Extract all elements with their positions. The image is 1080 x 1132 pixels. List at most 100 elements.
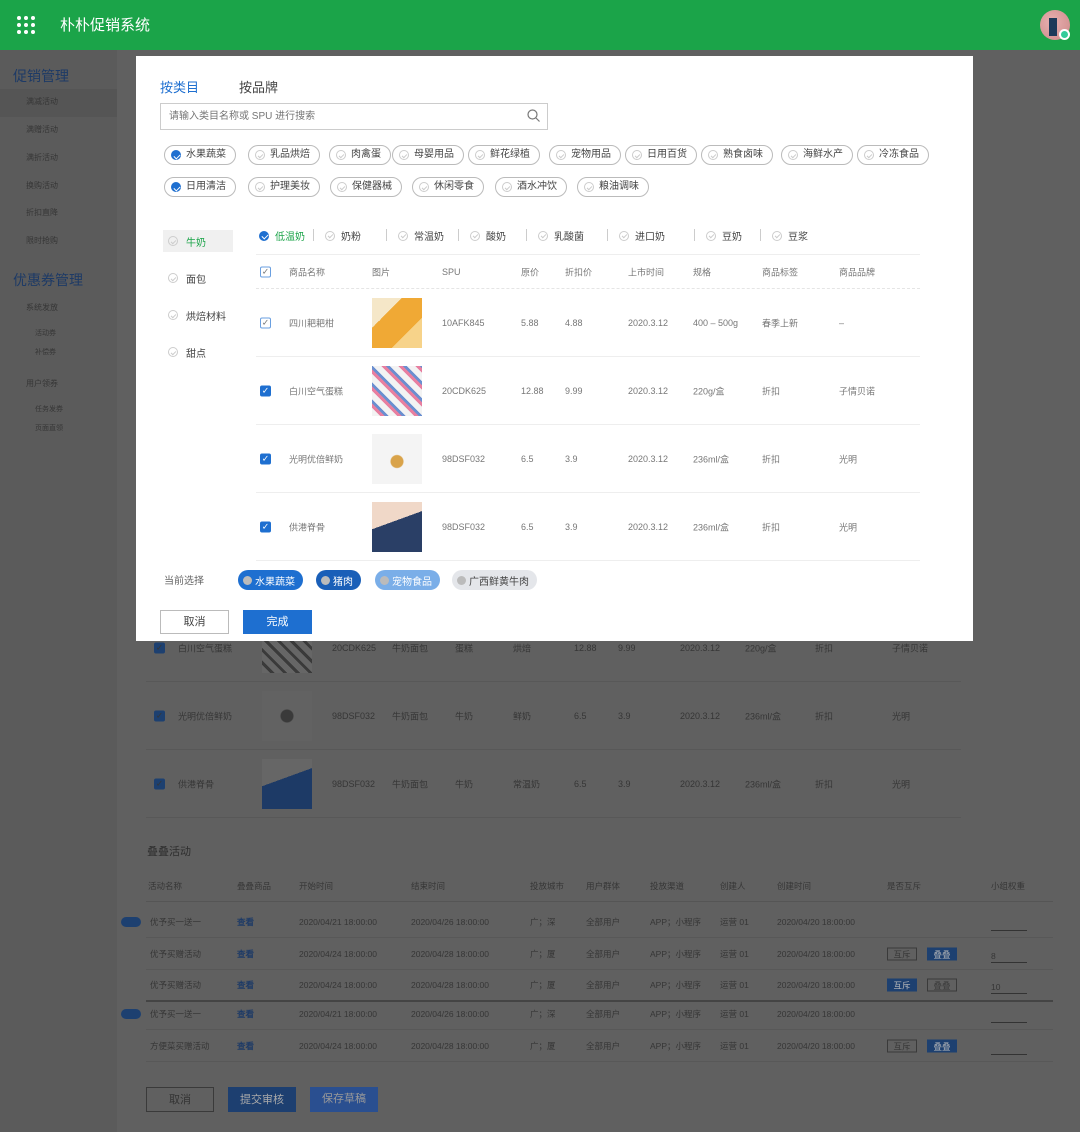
sidebar-group-coupon[interactable]: 优惠券管理	[13, 270, 83, 290]
cell-channel: APP；小程序	[650, 916, 702, 927]
tab-by-brand[interactable]: 按品牌	[239, 77, 278, 96]
mutex-toggle-button[interactable]: 互斥	[887, 978, 917, 992]
selected-chip[interactable]: 猪肉	[316, 570, 361, 590]
group-badge-icon[interactable]	[121, 1008, 141, 1019]
cell-channel: APP；小程序	[650, 1040, 702, 1051]
sidebar-subitem[interactable]: 活动券	[35, 328, 56, 338]
category-chip[interactable]: 冷冻食品	[857, 145, 929, 165]
cell-tag: 折扣	[815, 711, 834, 721]
row-checkbox[interactable]: ✓	[154, 778, 165, 789]
selected-chip[interactable]: 广西鲜黄牛肉	[452, 570, 537, 590]
category-chip[interactable]: 保健器械	[330, 177, 402, 197]
category-chip[interactable]: 休闲零食	[412, 177, 484, 197]
subcategory-option[interactable]: 豆奶	[706, 228, 742, 243]
overlap-toggle-button[interactable]: 叠叠	[927, 1039, 957, 1052]
row-checkbox[interactable]: ✓	[154, 710, 165, 721]
selected-chip[interactable]: 水果蔬菜	[238, 570, 303, 590]
cancel-button[interactable]: 取消	[146, 1087, 214, 1112]
cell-tag: 春季上新	[762, 318, 799, 328]
weight-input[interactable]	[991, 1011, 1027, 1023]
cell-end: 2020/04/28 18:00:00	[411, 980, 489, 990]
sidebar-item[interactable]: 满赠活动	[26, 124, 58, 135]
category-chip[interactable]: 水果蔬菜	[164, 145, 236, 165]
modal-cancel-button[interactable]: 取消	[160, 610, 229, 634]
category-chip[interactable]: 日用清洁	[164, 177, 236, 197]
sidebar-item[interactable]: 系统发放	[26, 302, 58, 313]
subcategory-option[interactable]: 常温奶	[398, 228, 444, 243]
view-link[interactable]: 查看	[237, 948, 254, 960]
save-draft-button[interactable]: 保存草稿	[310, 1087, 378, 1112]
row-checkbox[interactable]: ✓	[154, 642, 165, 653]
unchecked-circle-icon	[325, 230, 335, 241]
view-link[interactable]: 查看	[237, 1008, 254, 1020]
remove-icon[interactable]	[380, 575, 389, 585]
sidebar-item[interactable]: 满减活动	[26, 96, 58, 107]
remove-icon[interactable]	[457, 575, 466, 585]
sidebar-subitem[interactable]: 页面直领	[35, 423, 63, 433]
sidebar-item[interactable]: 用户领券	[26, 378, 58, 389]
view-link[interactable]: 查看	[237, 1040, 254, 1052]
left-category-item[interactable]: 甜点	[163, 341, 233, 363]
subcategory-label: 进口奶	[635, 232, 665, 243]
view-link[interactable]: 查看	[237, 916, 254, 928]
cell-discount: 3.9	[565, 453, 578, 464]
category-chip[interactable]: 肉禽蛋	[329, 145, 391, 165]
sidebar-subitem[interactable]: 任务发券	[35, 404, 63, 414]
modal-done-button[interactable]: 完成	[243, 610, 312, 634]
sidebar-item[interactable]: 折扣直降	[26, 207, 58, 218]
category-chip[interactable]: 日用百货	[625, 145, 697, 165]
subcategory-option[interactable]: 酸奶	[470, 228, 506, 243]
subcategory-option[interactable]: 进口奶	[619, 228, 665, 243]
subcategory-option[interactable]: 豆浆	[772, 228, 808, 243]
weight-input[interactable]: 10	[991, 982, 1027, 994]
category-chip[interactable]: 熟食卤味	[701, 145, 773, 165]
subcategory-option[interactable]: 低温奶	[259, 228, 305, 243]
product-name: 四川耙耙柑	[289, 318, 335, 328]
cell-tag: 折扣	[815, 779, 834, 789]
view-link[interactable]: 查看	[237, 979, 254, 991]
row-checkbox[interactable]: ✓	[260, 385, 271, 396]
row-checkbox[interactable]: ✓	[260, 521, 271, 532]
sidebar-item[interactable]: 换购活动	[26, 180, 58, 191]
category-chip[interactable]: 乳品烘焙	[248, 145, 320, 165]
row-checkbox[interactable]: ✓	[260, 317, 271, 328]
category-chip[interactable]: 粮油调味	[577, 177, 649, 197]
category-chip[interactable]: 宠物用品	[549, 145, 621, 165]
remove-icon[interactable]	[321, 575, 330, 585]
group-badge-icon[interactable]	[121, 916, 141, 927]
sidebar-subitem[interactable]: 补偿券	[35, 347, 56, 357]
remove-icon[interactable]	[243, 575, 252, 585]
weight-input[interactable]: 8	[991, 951, 1027, 963]
sidebar-item[interactable]: 限时抢购	[26, 235, 58, 246]
mutex-toggle-button[interactable]: 互斥	[887, 947, 917, 960]
overlap-toggle-button[interactable]: 叠叠	[927, 947, 957, 960]
tab-by-category[interactable]: 按类目	[160, 77, 199, 96]
sidebar-group-promo[interactable]: 促销管理	[13, 66, 69, 86]
weight-input[interactable]	[991, 1043, 1027, 1055]
sidebar-item[interactable]: 满折活动	[26, 152, 58, 163]
left-category-item[interactable]: 牛奶	[163, 230, 233, 252]
category-chip[interactable]: 酒水冲饮	[495, 177, 567, 197]
chip-label: 肉禽蛋	[351, 149, 381, 160]
category-chip[interactable]: 护理美妆	[248, 177, 320, 197]
left-category-item[interactable]: 烘焙材料	[163, 304, 233, 326]
subcategory-option[interactable]: 乳酸菌	[538, 228, 584, 243]
row-checkbox[interactable]: ✓	[260, 453, 271, 464]
submit-review-button[interactable]: 提交审核	[228, 1087, 296, 1112]
cell-created: 2020/04/20 18:00:00	[777, 948, 855, 959]
apps-grid-icon[interactable]	[17, 16, 35, 34]
mutex-toggle-button[interactable]: 互斥	[887, 1039, 917, 1052]
search-icon[interactable]	[527, 109, 540, 122]
overlap-toggle-button[interactable]: 叠叠	[927, 978, 957, 992]
search-input[interactable]	[160, 103, 548, 130]
category-chip[interactable]: 鲜花绿植	[468, 145, 540, 165]
category-chip[interactable]: 海鲜水产	[781, 145, 853, 165]
select-all-checkbox[interactable]: ✓	[260, 266, 271, 277]
category-chip[interactable]: 母婴用品	[392, 145, 464, 165]
selected-chip[interactable]: 宠物食品	[375, 570, 440, 590]
left-category-item[interactable]: 面包	[163, 267, 233, 289]
cell-creator: 运营 01	[720, 1008, 749, 1019]
column-header: 规格	[693, 267, 712, 277]
subcategory-option[interactable]: 奶粉	[325, 228, 361, 243]
weight-input[interactable]	[991, 919, 1027, 931]
